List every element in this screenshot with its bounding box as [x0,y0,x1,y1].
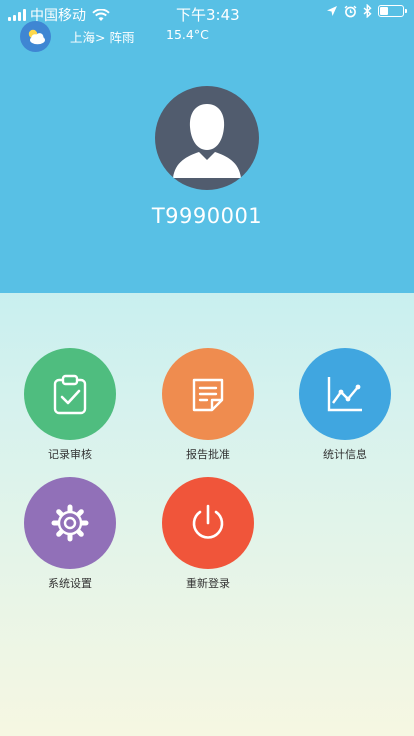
menu-label: 报告批准 [186,448,230,461]
bluetooth-icon [363,4,372,18]
avatar[interactable] [155,86,259,190]
signal-icon [8,9,26,21]
profile-header: 中国移动 下午3:43 上海> 阵雨 15.4°C T9990001 [0,0,414,293]
menu-circle[interactable] [299,348,391,440]
menu-item-statistics[interactable]: 统计信息 [285,348,405,462]
wifi-icon [92,8,110,21]
menu-label: 系统设置 [48,577,92,590]
power-icon [192,504,224,539]
menu-label: 重新登录 [186,577,230,590]
menu-item-report-approval[interactable]: 报告批准 [148,348,268,462]
gear-icon [51,504,89,542]
weather-location[interactable]: 上海> 阵雨 [70,27,134,46]
menu-circle[interactable] [162,477,254,569]
battery-icon [378,5,407,17]
user-silhouette-icon [173,104,241,178]
weather-temperature: 15.4°C [166,27,209,42]
status-right [326,4,407,18]
line-chart-icon [327,377,362,412]
menu-circle[interactable] [24,477,116,569]
status-time: 下午3:43 [176,6,240,24]
clipboard-check-icon [53,374,87,415]
cloud-sun-icon[interactable] [20,21,51,52]
location-arrow-icon [327,6,337,16]
status-left: 中国移动 [8,5,110,25]
menu-circle[interactable] [24,348,116,440]
menu-item-relogin[interactable]: 重新登录 [148,477,268,591]
menu-label: 统计信息 [323,448,367,461]
status-bar: 中国移动 下午3:43 [0,0,414,28]
menu-circle[interactable] [162,348,254,440]
alarm-icon [344,5,357,17]
menu-item-system-settings[interactable]: 系统设置 [10,477,130,591]
document-icon [192,378,224,412]
menu-label: 记录审核 [48,448,92,461]
user-id: T9990001 [151,204,263,228]
menu-item-record-review[interactable]: 记录审核 [10,348,130,462]
